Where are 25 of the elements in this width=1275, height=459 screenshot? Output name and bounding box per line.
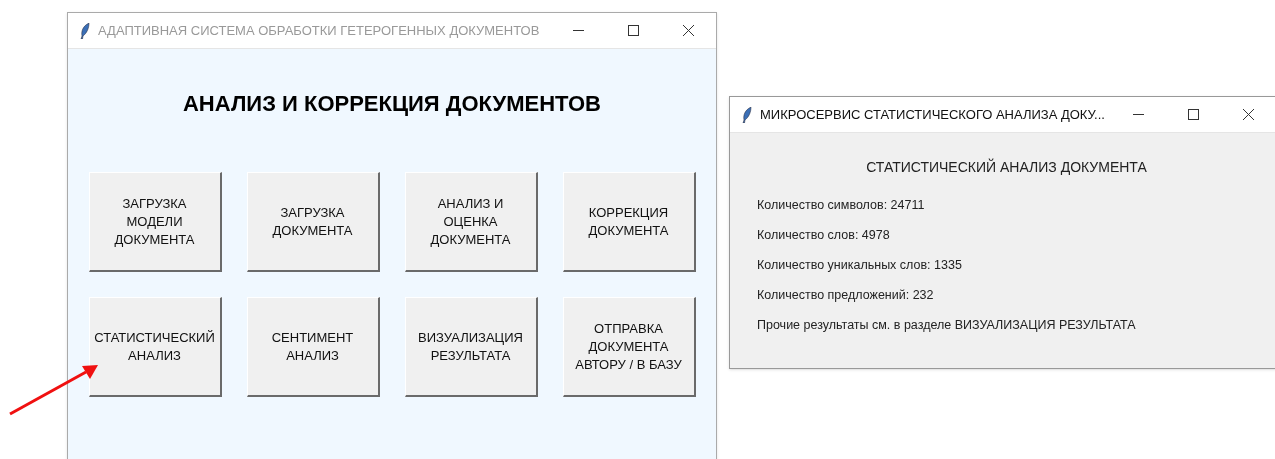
menu-button[interactable]: ОТПРАВКА ДОКУМЕНТА АВТОРУ / В БАЗУ [562, 297, 696, 397]
close-icon [683, 25, 694, 36]
stats-line: Количество слов: 4978 [757, 227, 891, 244]
menu-button[interactable]: ЗАГРУЗКА ДОКУМЕНТА [246, 172, 380, 272]
maximize-icon [1188, 109, 1199, 120]
minimize-icon [1133, 114, 1144, 115]
menu-button[interactable]: ВИЗУАЛИЗАЦИЯ РЕЗУЛЬТАТА [404, 297, 538, 397]
window-title: АДАПТИВНАЯ СИСТЕМА ОБРАБОТКИ ГЕТЕРОГЕННЫХ ДОКУМЕНТОВ [98, 21, 540, 40]
stats-line: Количество символов: 24711 [757, 197, 926, 214]
main-heading: АНАЛИЗ И КОРРЕКЦИЯ ДОКУМЕНТОВ [183, 90, 601, 118]
stats-heading: СТАТИСТИЧЕСКИЙ АНАЛИЗ ДОКУМЕНТА [866, 157, 1147, 177]
menu-button[interactable]: СТАТИСТИЧЕСКИЙ АНАЛИЗ [88, 297, 222, 397]
stats-line: Количество уникальных слов: 1335 [757, 257, 963, 274]
minimize-icon [573, 30, 584, 31]
feather-icon [742, 106, 752, 123]
menu-button[interactable]: ЗАГРУЗКА МОДЕЛИ ДОКУМЕНТА [88, 172, 222, 272]
window-title: МИКРОСЕРВИС СТАТИСТИЧЕСКОГО АНАЛИЗА ДОКУ... [760, 105, 1105, 124]
feather-icon [80, 22, 90, 39]
menu-button[interactable]: СЕНТИМЕНТ АНАЛИЗ [246, 297, 380, 397]
stats-line: Количество предложений: 232 [757, 287, 935, 304]
maximize-icon [628, 25, 639, 36]
close-icon [1243, 109, 1254, 120]
menu-button[interactable]: КОРРЕКЦИЯ ДОКУМЕНТА [562, 172, 696, 272]
stats-line: Прочие результаты см. в разделе ВИЗУАЛИЗАЦИЯ РЕЗУЛЬТАТА [757, 317, 1137, 334]
menu-button[interactable]: АНАЛИЗ И ОЦЕНКА ДОКУМЕНТА [404, 172, 538, 272]
